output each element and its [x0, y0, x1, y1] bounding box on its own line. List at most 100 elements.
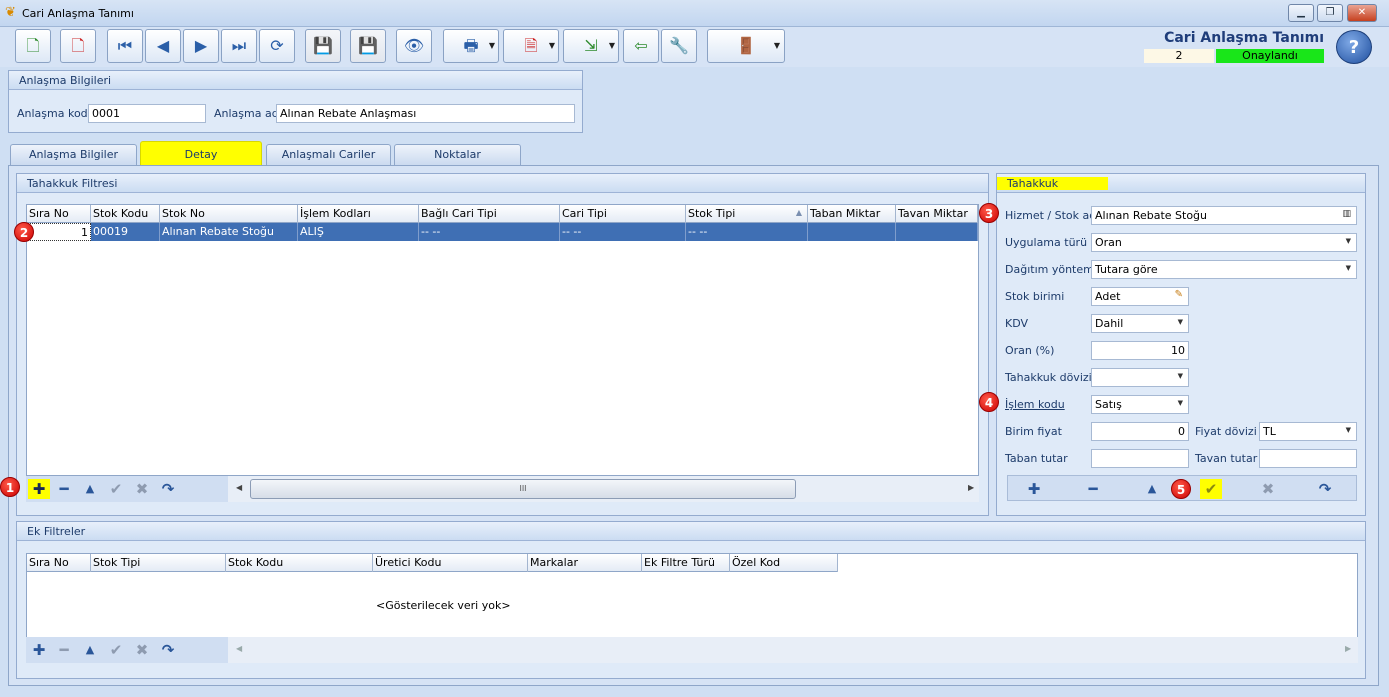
ek-grid[interactable]: Sıra No Stok Tipi Stok Kodu Üretici Kodu…	[26, 553, 1358, 638]
column-header[interactable]: Stok No	[160, 205, 298, 223]
exit-door-icon: 🚪	[736, 36, 756, 55]
restore-button[interactable]: ❐	[1317, 4, 1343, 22]
taban-field[interactable]	[1091, 449, 1189, 468]
dagitim-label: Dağıtım yöntemi	[1005, 263, 1097, 276]
settings-button[interactable]: 🔧	[661, 29, 697, 63]
horizontal-scrollbar[interactable]: ◀ ▶	[228, 637, 1358, 663]
cancel-button[interactable]: ✖	[1257, 479, 1279, 499]
exit-button[interactable]: 🚪 ▼	[707, 29, 785, 63]
cancel-row-button[interactable]: ✖	[131, 479, 153, 499]
first-record-button[interactable]: ⏮	[107, 29, 143, 63]
dagitim-select[interactable]: Tutara göre ▼	[1091, 260, 1357, 279]
new-record-button[interactable]: 🗋	[15, 29, 51, 63]
tavan-field[interactable]	[1259, 449, 1357, 468]
filter-grid[interactable]: Sıra No Stok Kodu Stok No İşlem Kodları …	[26, 204, 979, 476]
islem-select[interactable]: Satış ▼	[1091, 395, 1189, 414]
add-row-button[interactable]: ✚	[28, 479, 50, 499]
tab-detay[interactable]: Detay	[140, 141, 262, 167]
move-up-button[interactable]: ▲	[79, 479, 101, 499]
back-document-button[interactable]: ⇦	[623, 29, 659, 63]
confirm-row-button[interactable]: ✔	[105, 640, 127, 660]
column-header[interactable]: Stok Kodu	[226, 554, 373, 572]
next-record-button[interactable]: ▶	[183, 29, 219, 63]
column-header[interactable]: Sıra No	[27, 554, 91, 572]
column-header[interactable]: Cari Tipi	[560, 205, 686, 223]
cancel-row-button[interactable]: ✖	[131, 640, 153, 660]
redo-button[interactable]: ↷	[157, 479, 179, 499]
help-button[interactable]: ?	[1336, 30, 1372, 64]
table-cell[interactable]: 00019	[91, 223, 160, 241]
move-up-button[interactable]: ▲	[1141, 479, 1163, 499]
table-cell[interactable]: -- --	[686, 223, 808, 241]
remove-row-button[interactable]: ━	[53, 479, 75, 499]
dropdown-arrow-icon: ▼	[608, 41, 615, 50]
barcode-icon[interactable]: ▥	[1342, 209, 1351, 219]
column-header[interactable]: Sıra No	[27, 205, 91, 223]
tab-anlasma-bilgiler[interactable]: Anlaşma Bilgiler	[10, 144, 137, 166]
column-header[interactable]: Markalar	[528, 554, 642, 572]
add-button[interactable]: ✚	[1023, 479, 1045, 499]
tab-anlasmali-cariler[interactable]: Anlaşmalı Cariler	[266, 144, 391, 166]
add-row-button[interactable]: ✚	[28, 640, 50, 660]
fiyat-doviz-select[interactable]: TL ▼	[1259, 422, 1357, 441]
column-header[interactable]: Üretici Kodu	[373, 554, 528, 572]
hizmet-field[interactable]: Alınan Rebate Stoğu ▥	[1091, 206, 1357, 225]
printer-icon: 🖶	[463, 36, 479, 55]
close-button[interactable]: ✕	[1347, 4, 1377, 22]
up-arrow-icon: ▲	[1147, 482, 1157, 495]
column-header[interactable]: Özel Kod	[730, 554, 838, 572]
agreement-name-field[interactable]: Alınan Rebate Anlaşması	[276, 104, 575, 123]
redo-button[interactable]: ↷	[1314, 479, 1336, 499]
cancel-save-button[interactable]: 💾	[350, 29, 386, 63]
export-pdf-button[interactable]: 🗎 ▼	[503, 29, 559, 63]
confirm-button[interactable]: ✔	[1200, 479, 1222, 499]
doviz-select[interactable]: ▼	[1091, 368, 1189, 387]
table-cell[interactable]: -- --	[419, 223, 560, 241]
minimize-button[interactable]: ▁	[1288, 4, 1314, 22]
delete-record-button[interactable]: 🗋	[60, 29, 96, 63]
back-arrow-icon: ⇦	[634, 36, 648, 55]
table-cell[interactable]: -- --	[560, 223, 686, 241]
save-button[interactable]: 💾	[305, 29, 341, 63]
tab-noktalar[interactable]: Noktalar	[394, 144, 521, 166]
table-cell[interactable]	[896, 223, 978, 241]
new-document-icon: 🗋	[26, 36, 40, 55]
column-header[interactable]: Stok Tipi	[91, 554, 226, 572]
table-cell[interactable]: 1	[27, 223, 91, 241]
horizontal-scrollbar[interactable]: ◀ III ▶	[228, 476, 979, 502]
import-button[interactable]: ⇲ ▼	[563, 29, 619, 63]
remove-button[interactable]: ━	[1082, 479, 1104, 499]
refresh-button[interactable]: ⟳	[259, 29, 295, 63]
chevron-down-icon: ▼	[1177, 399, 1183, 407]
column-header[interactable]: Taban Miktar	[808, 205, 896, 223]
preview-button[interactable]: 👁	[396, 29, 432, 63]
oran-label: Oran (%)	[1005, 344, 1055, 357]
confirm-row-button[interactable]: ✔	[105, 479, 127, 499]
uygulama-select[interactable]: Oran ▼	[1091, 233, 1357, 252]
table-cell[interactable]: ALIŞ	[298, 223, 419, 241]
stok-birimi-field[interactable]: Adet ✎	[1091, 287, 1189, 306]
last-record-button[interactable]: ⏭	[221, 29, 257, 63]
scroll-thumb[interactable]: III	[250, 479, 796, 499]
agreement-code-field[interactable]: 0001	[88, 104, 206, 123]
column-header[interactable]: İşlem Kodları	[298, 205, 419, 223]
previous-record-button[interactable]: ◀	[145, 29, 181, 63]
kdv-select[interactable]: Dahil ▼	[1091, 314, 1189, 333]
oran-field[interactable]: 10	[1091, 341, 1189, 360]
column-header[interactable]: Stok Tipi ▲	[686, 205, 808, 223]
birim-fiyat-field[interactable]: 0	[1091, 422, 1189, 441]
column-header[interactable]: Ek Filtre Türü	[642, 554, 730, 572]
islem-label[interactable]: İşlem kodu	[1005, 398, 1065, 411]
table-cell[interactable]	[808, 223, 896, 241]
column-header[interactable]: Bağlı Cari Tipi	[419, 205, 560, 223]
table-row[interactable]: 1 00019 Alınan Rebate Stoğu ALIŞ -- -- -…	[27, 223, 978, 241]
column-header[interactable]: Stok Kodu	[91, 205, 160, 223]
print-button[interactable]: 🖶 ▼	[443, 29, 499, 63]
move-up-button[interactable]: ▲	[79, 640, 101, 660]
pencil-icon[interactable]: ✎	[1175, 289, 1183, 300]
table-cell[interactable]: Alınan Rebate Stoğu	[160, 223, 298, 241]
redo-button[interactable]: ↷	[157, 640, 179, 660]
pdf-icon: 🗎	[524, 36, 538, 55]
remove-row-button[interactable]: ━	[53, 640, 75, 660]
column-header[interactable]: Tavan Miktar	[896, 205, 978, 223]
